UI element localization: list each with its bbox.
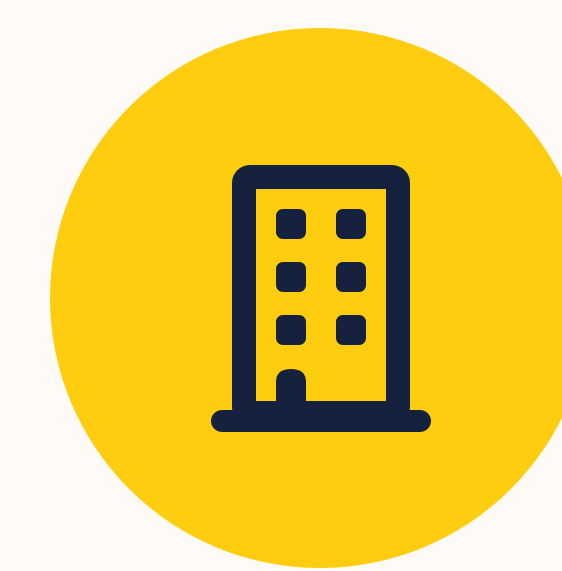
door bbox=[276, 369, 306, 421]
building-outline bbox=[232, 165, 410, 425]
window bbox=[276, 209, 306, 239]
building-badge-canvas bbox=[0, 0, 562, 571]
window bbox=[336, 262, 366, 292]
window bbox=[336, 209, 366, 239]
window bbox=[276, 315, 306, 345]
building-icon bbox=[211, 165, 431, 432]
window bbox=[336, 315, 366, 345]
window bbox=[276, 262, 306, 292]
